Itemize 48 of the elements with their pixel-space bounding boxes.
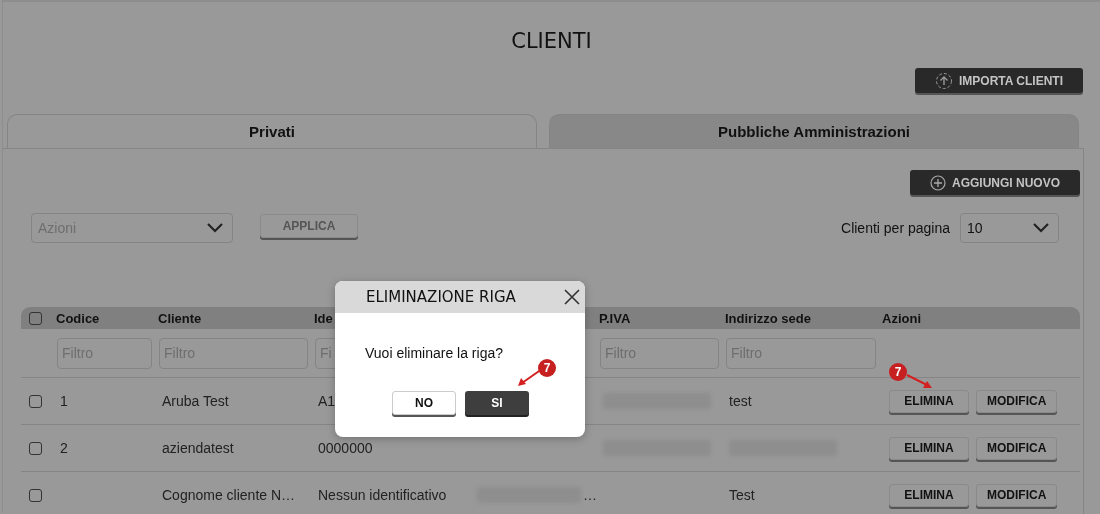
checkbox[interactable] — [29, 394, 42, 408]
table-cell: Aruba Test — [162, 393, 229, 409]
upload-icon — [935, 71, 953, 90]
close-icon — [564, 289, 580, 305]
callout-badge: 7 — [538, 359, 556, 377]
chevron-down-icon — [1032, 223, 1050, 233]
action-button[interactable]: MODIFICA — [976, 483, 1058, 507]
checkbox[interactable] — [29, 488, 42, 502]
column-header: Azioni — [882, 310, 921, 326]
pointer-arrow — [516, 367, 544, 387]
confirm-button[interactable]: SI — [465, 391, 529, 415]
checkbox[interactable] — [29, 441, 42, 455]
close-button[interactable] — [563, 288, 581, 306]
table-cell: Test — [729, 487, 755, 503]
table-cell: … — [583, 487, 597, 503]
column-header: Ide — [314, 310, 333, 326]
table-cell: Cognome cliente N… — [162, 487, 296, 503]
column-header: Codice — [56, 310, 100, 326]
column-header: Cliente — [158, 310, 202, 326]
action-button[interactable]: ELIMINA — [889, 389, 969, 413]
checkbox[interactable] — [29, 311, 42, 325]
table-cell: 0000000 — [318, 440, 373, 456]
tab[interactable]: Pubbliche Amministrazioni — [549, 114, 1079, 148]
plus-circle-icon — [930, 174, 946, 191]
cancel-button[interactable]: NO — [392, 391, 456, 415]
dialog-title: ELIMINAZIONE RIGA — [366, 288, 516, 306]
column-header: Indirizzo sede — [725, 310, 811, 326]
action-button[interactable]: MODIFICA — [976, 436, 1058, 460]
table-cell: A1 — [318, 393, 336, 409]
page-size-label: Clienti per pagina — [841, 220, 950, 236]
table-cell: aziendatest — [162, 440, 234, 456]
column-header: P.IVA — [599, 310, 631, 326]
dialog-message: Vuoi eliminare la riga? — [365, 345, 504, 361]
page-size-dropdown[interactable]: 10 — [960, 213, 1059, 243]
table-cell: test — [729, 393, 752, 409]
import-button[interactable]: IMPORTA CLIENTI — [915, 68, 1083, 93]
page-title: CLIENTI — [510, 28, 593, 54]
table-cell: 1 — [60, 393, 68, 409]
table-cell: Nessun identificativo — [318, 487, 447, 503]
action-button[interactable]: ELIMINA — [889, 483, 969, 507]
tab[interactable]: Privati — [7, 114, 537, 148]
pointer-arrow — [905, 372, 933, 389]
action-button[interactable]: ELIMINA — [889, 436, 969, 460]
add-button[interactable]: AGGIUNGI NUOVO — [910, 170, 1080, 195]
action-button[interactable]: MODIFICA — [976, 389, 1058, 413]
table-cell: 2 — [60, 440, 68, 456]
chevron-down-icon — [206, 223, 224, 233]
callout-badge: 7 — [889, 362, 907, 381]
